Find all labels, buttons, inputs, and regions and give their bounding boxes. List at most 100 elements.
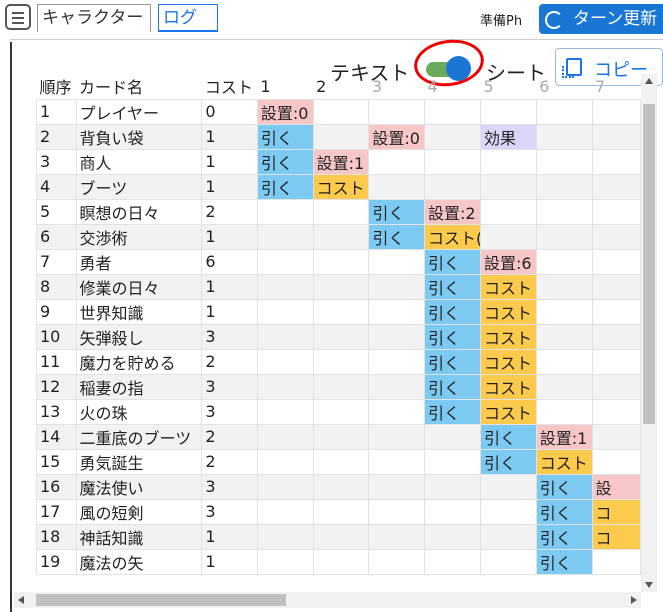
turn-cell-empty bbox=[480, 473, 537, 500]
turn-cell-place: 設置:1 bbox=[535, 423, 593, 450]
turn-cell-empty bbox=[424, 523, 482, 550]
horizontal-scrollbar[interactable] bbox=[14, 592, 641, 608]
scroll-left-arrow-icon[interactable] bbox=[18, 596, 24, 604]
turn-cell-empty bbox=[591, 423, 641, 450]
row-order: 18 bbox=[36, 523, 77, 550]
turn-cell-draw: 引く bbox=[424, 373, 482, 400]
header-turn-5: 5 bbox=[483, 76, 494, 96]
turn-cell-draw: 引く bbox=[424, 273, 482, 300]
header-order: 順序 bbox=[39, 78, 72, 98]
turn-cell-empty bbox=[591, 148, 641, 175]
row-card-name: 矢弾殺し bbox=[75, 323, 203, 350]
turn-cell-empty bbox=[535, 198, 593, 225]
row-cost: 3 bbox=[201, 498, 258, 525]
tab-log[interactable]: ログ bbox=[158, 4, 218, 32]
turn-cell-empty bbox=[535, 148, 593, 175]
turn-cell-empty bbox=[368, 273, 426, 300]
refresh-icon bbox=[545, 11, 563, 29]
table-row: 3 商人 1 引く 設置:1 bbox=[36, 148, 641, 175]
turn-cell-empty bbox=[312, 273, 370, 300]
row-card-name: 魔力を貯める bbox=[75, 348, 203, 375]
row-cost: 1 bbox=[201, 123, 258, 150]
row-card-name: 魔法使い bbox=[75, 473, 203, 500]
row-cost: 3 bbox=[201, 473, 258, 500]
turn-cell-empty bbox=[591, 123, 641, 150]
table-body: 1 プレイヤー 0 設置:0 2 背負い袋 1 引く 設置:0 効果 3 商人 1 引く 設置:1 4 ブーツ 1… bbox=[36, 98, 641, 575]
turn-cell-empty bbox=[480, 173, 537, 200]
table-row: 16 魔法使い 3 引く設 bbox=[36, 473, 641, 500]
turn-cell-empty bbox=[535, 123, 593, 150]
row-card-name: 勇気誕生 bbox=[75, 448, 203, 475]
row-order: 19 bbox=[36, 548, 77, 575]
header-card-name: カード名 bbox=[79, 78, 144, 98]
turn-cell-empty bbox=[368, 348, 426, 375]
turn-cell-cost: コスト bbox=[480, 373, 537, 400]
turn-cell-empty bbox=[368, 523, 426, 550]
turn-cell-place: 設 bbox=[591, 473, 641, 500]
turn-cell-draw: 引く bbox=[256, 123, 314, 150]
turn-cell-empty bbox=[256, 198, 314, 225]
turn-cell-empty bbox=[256, 448, 314, 475]
turn-cell-cost: コスト bbox=[480, 398, 537, 425]
turn-cell-draw: 引く bbox=[424, 323, 482, 350]
turn-cell-place: 設置:0 bbox=[256, 98, 314, 125]
row-cost: 3 bbox=[201, 373, 258, 400]
top-bar: キャラクター ログ 準備Ph ターン更新 bbox=[0, 0, 663, 36]
turn-cell-empty bbox=[256, 473, 314, 500]
table-row: 10 矢弾殺し 3 引く コスト bbox=[36, 323, 641, 350]
table-row: 14 二重底のブーツ 2 引く 設置:1 bbox=[36, 423, 641, 450]
turn-cell-cost: コスト bbox=[535, 448, 593, 475]
table-row: 1 プレイヤー 0 設置:0 bbox=[36, 98, 641, 125]
log-sheet-grid: 順序 カード名 コスト 1 2 3 4 5 6 7 1 プレイヤー 0 設置:0 2 背負… bbox=[36, 74, 641, 592]
turn-cell-draw: 引く bbox=[535, 523, 593, 550]
row-cost: 2 bbox=[201, 423, 258, 450]
row-card-name: 神話知識 bbox=[75, 523, 203, 550]
turn-cell-empty bbox=[591, 223, 641, 250]
row-card-name: 風の短剣 bbox=[75, 498, 203, 525]
turn-cell-empty bbox=[312, 548, 370, 575]
scroll-up-arrow-icon[interactable] bbox=[645, 78, 653, 84]
row-card-name: 稲妻の指 bbox=[75, 373, 203, 400]
turn-cell-cost: コ bbox=[591, 498, 641, 525]
row-cost: 2 bbox=[201, 448, 258, 475]
row-order: 6 bbox=[36, 223, 77, 250]
table-row: 18 神話知識 1 引くコ bbox=[36, 523, 641, 550]
row-cost: 2 bbox=[201, 348, 258, 375]
turn-cell-empty bbox=[368, 398, 426, 425]
scroll-down-arrow-icon[interactable] bbox=[645, 582, 653, 588]
turn-cell-empty bbox=[480, 223, 537, 250]
menu-icon[interactable] bbox=[5, 4, 31, 30]
turn-cell-empty bbox=[535, 273, 593, 300]
row-card-name: 魔法の矢 bbox=[75, 548, 203, 575]
table-row: 17 風の短剣 3 引くコ bbox=[36, 498, 641, 525]
turn-cell-empty bbox=[535, 248, 593, 275]
turn-cell-empty bbox=[256, 423, 314, 450]
turn-cell-draw: 引く bbox=[424, 398, 482, 425]
turn-cell-empty bbox=[424, 173, 482, 200]
turn-cell-draw: 引く bbox=[368, 223, 426, 250]
turn-cell-empty bbox=[535, 298, 593, 325]
vertical-scrollbar[interactable] bbox=[641, 74, 657, 592]
turn-cell-empty bbox=[312, 323, 370, 350]
turn-cell-empty bbox=[535, 373, 593, 400]
turn-update-label: ターン更新 bbox=[573, 9, 658, 29]
turn-cell-empty bbox=[368, 98, 426, 125]
turn-cell-empty bbox=[591, 248, 641, 275]
turn-update-button[interactable]: ターン更新 bbox=[539, 4, 663, 34]
horizontal-scroll-thumb[interactable] bbox=[36, 594, 286, 606]
turn-cell-empty bbox=[535, 173, 593, 200]
turn-cell-empty bbox=[368, 148, 426, 175]
turn-cell-empty bbox=[312, 348, 370, 375]
scroll-right-arrow-icon[interactable] bbox=[631, 596, 637, 604]
table-row: 19 魔法の矢 1 引く bbox=[36, 548, 641, 575]
turn-cell-cost: コスト bbox=[480, 273, 537, 300]
turn-cell-empty bbox=[256, 223, 314, 250]
row-cost: 1 bbox=[201, 523, 258, 550]
table-row: 7 勇者 6 引く 設置:6 bbox=[36, 248, 641, 275]
header-turn-2: 2 bbox=[316, 76, 327, 96]
turn-cell-empty bbox=[368, 473, 426, 500]
turn-cell-empty bbox=[424, 498, 482, 525]
vertical-scroll-thumb[interactable] bbox=[643, 104, 655, 424]
turn-cell-empty bbox=[312, 98, 370, 125]
tab-characters[interactable]: キャラクター bbox=[37, 4, 151, 32]
